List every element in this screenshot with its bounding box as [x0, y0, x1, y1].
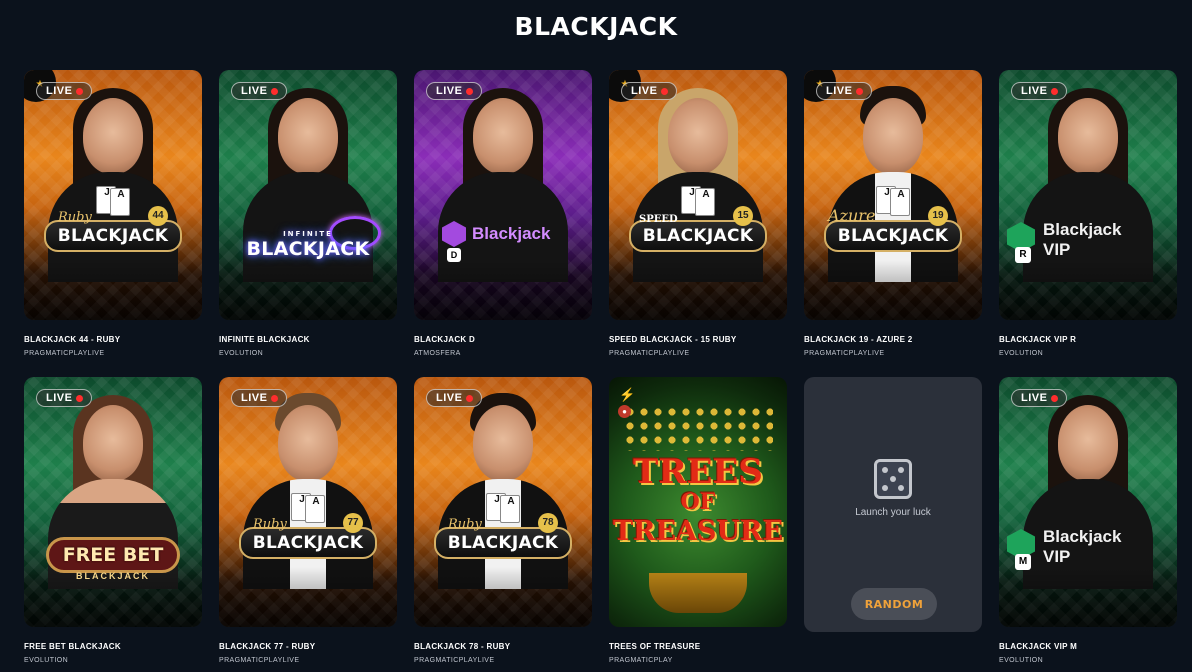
live-badge: LIVE [426, 389, 483, 407]
game-thumbnail[interactable]: ★ LIVE JA SPEED 15 BLACKJACK [609, 70, 787, 320]
game-tile[interactable]: ★ LIVE JA SPEED 15 BLACKJACK SPEED BLACK… [609, 70, 787, 369]
game-logo: JA Ruby 44 BLACKJACK [24, 186, 202, 252]
game-thumbnail[interactable]: LIVE JA Ruby 77 BLACKJACK [219, 377, 397, 627]
live-badge: LIVE [231, 389, 288, 407]
game-tile[interactable]: ★ LIVE JA Azure 19 BLACKJACK BLACKJACK 1… [804, 70, 982, 369]
game-name[interactable]: BLACKJACK 77 - RUBY [219, 642, 397, 652]
game-logo: JA Ruby 78 BLACKJACK [414, 493, 592, 559]
live-badge: LIVE [426, 82, 483, 100]
random-tile[interactable]: Launch your luck RANDOM [804, 377, 982, 672]
dealer-image [278, 405, 338, 481]
game-logo: JA Ruby 77 BLACKJACK [219, 493, 397, 559]
game-thumbnail[interactable]: LIVE JA Ruby 78 BLACKJACK [414, 377, 592, 627]
game-thumbnail[interactable]: LIVE INFINITE BLACKJACK [219, 70, 397, 320]
game-provider: PRAGMATICPLAYLIVE [24, 350, 105, 357]
game-name[interactable]: TREES OF TREASURE [609, 642, 787, 652]
game-provider: EVOLUTION [999, 350, 1044, 357]
game-tile[interactable]: LIVE JA Ruby 78 BLACKJACK BLACKJACK 78 -… [414, 377, 592, 672]
game-provider: PRAGMATICPLAYLIVE [414, 657, 495, 664]
game-thumbnail[interactable]: ★ LIVE JA Ruby 44 BLACKJACK [24, 70, 202, 320]
game-thumbnail[interactable]: LIVE Blackjack VIP M [999, 377, 1177, 627]
dealer-image [473, 98, 533, 174]
live-dot-icon [76, 87, 84, 95]
coins-decoration [623, 405, 773, 451]
game-tile[interactable]: LIVE INFINITE BLACKJACK INFINITE BLACKJA… [219, 70, 397, 369]
dealer-image [668, 98, 728, 174]
game-name[interactable]: BLACKJACK 44 - RUBY [24, 335, 202, 345]
game-thumbnail[interactable]: LIVE Blackjack VIP R [999, 70, 1177, 320]
dealer-image [83, 405, 143, 481]
game-thumbnail[interactable]: LIVE Blackjack D [414, 70, 592, 320]
live-badge: LIVE [36, 82, 93, 100]
game-tile[interactable]: ⚡ ● TREES OF TREASURE TREES OF TREASURE … [609, 377, 787, 672]
dealer-image [83, 98, 143, 174]
live-dot-icon [466, 394, 474, 402]
live-badge: LIVE [36, 389, 93, 407]
launch-luck-text: Launch your luck [855, 507, 931, 518]
game-thumbnail[interactable]: ⚡ ● TREES OF TREASURE [609, 377, 787, 627]
live-dot-icon [856, 87, 864, 95]
atmosfera-icon [442, 221, 466, 247]
live-dot-icon [271, 394, 279, 402]
game-provider: EVOLUTION [219, 350, 264, 357]
live-dot-icon [1051, 87, 1059, 95]
live-badge: LIVE [816, 82, 873, 100]
live-badge: LIVE [1011, 82, 1068, 100]
page-title: BLACKJACK [514, 12, 678, 41]
game-provider: PRAGMATICPLAY [609, 657, 673, 664]
table-letter-badge: M [1015, 554, 1031, 570]
random-button[interactable]: RANDOM [851, 588, 937, 620]
game-provider: PRAGMATICPLAYLIVE [609, 350, 690, 357]
table-letter-badge: D [447, 248, 461, 262]
game-name[interactable]: BLACKJACK 19 - AZURE 2 [804, 335, 982, 345]
game-logo: JA SPEED 15 BLACKJACK [609, 186, 787, 252]
game-thumbnail[interactable]: ★ LIVE JA Azure 19 BLACKJACK [804, 70, 982, 320]
feature-icon: ● [618, 405, 631, 418]
live-dot-icon [661, 87, 669, 95]
game-tile[interactable]: LIVE Blackjack D BLACKJACK D ATMOSFERA [414, 70, 592, 369]
live-dot-icon [76, 394, 84, 402]
live-dot-icon [271, 87, 279, 95]
game-logo: Blackjack [442, 221, 550, 247]
dealer-image [1058, 405, 1118, 481]
game-provider: EVOLUTION [24, 657, 69, 664]
game-tile[interactable]: LIVE FREE BET BLACKJACK FREE BET BLACKJA… [24, 377, 202, 672]
game-name[interactable]: FREE BET BLACKJACK [24, 642, 202, 652]
live-dot-icon [466, 87, 474, 95]
game-logo: FREE BET BLACKJACK [24, 537, 202, 581]
game-tile[interactable]: LIVE JA Ruby 77 BLACKJACK BLACKJACK 77 -… [219, 377, 397, 672]
game-tile[interactable]: ★ LIVE JA Ruby 44 BLACKJACK BLACKJACK 44… [24, 70, 202, 369]
game-grid: ★ LIVE JA Ruby 44 BLACKJACK BLACKJACK 44… [24, 70, 1177, 672]
game-name[interactable]: BLACKJACK 78 - RUBY [414, 642, 592, 652]
game-provider: EVOLUTION [999, 657, 1044, 664]
live-dot-icon [1051, 394, 1059, 402]
game-name[interactable]: BLACKJACK D [414, 335, 592, 345]
dealer-image [473, 405, 533, 481]
dice-icon [874, 459, 912, 499]
table-letter-badge: R [1015, 247, 1031, 263]
game-thumbnail[interactable]: LIVE FREE BET BLACKJACK [24, 377, 202, 627]
random-card[interactable]: Launch your luck RANDOM [804, 377, 982, 632]
game-provider: PRAGMATICPLAYLIVE [219, 657, 300, 664]
game-provider: PRAGMATICPLAYLIVE [804, 350, 885, 357]
live-badge: LIVE [231, 82, 288, 100]
game-tile[interactable]: LIVE Blackjack VIP M BLACKJACK VIP M EVOL… [999, 377, 1177, 672]
pot-decoration [649, 573, 747, 613]
game-logo: INFINITE BLACKJACK [246, 230, 370, 260]
live-badge: LIVE [1011, 389, 1068, 407]
live-badge: LIVE [621, 82, 678, 100]
dealer-image [1058, 98, 1118, 174]
game-name[interactable]: INFINITE BLACKJACK [219, 335, 397, 345]
game-name[interactable]: BLACKJACK VIP M [999, 642, 1177, 652]
dealer-image [863, 98, 923, 174]
game-logo: JA Azure 19 BLACKJACK [804, 186, 982, 252]
game-provider: ATMOSFERA [414, 350, 461, 357]
game-name[interactable]: BLACKJACK VIP R [999, 335, 1177, 345]
lightning-icon: ⚡ [619, 387, 636, 402]
game-name[interactable]: SPEED BLACKJACK - 15 RUBY [609, 335, 787, 345]
dealer-image [278, 98, 338, 174]
game-logo: TREES OF TREASURE [612, 452, 784, 547]
game-tile[interactable]: LIVE Blackjack VIP R BLACKJACK VIP R EVOL… [999, 70, 1177, 369]
